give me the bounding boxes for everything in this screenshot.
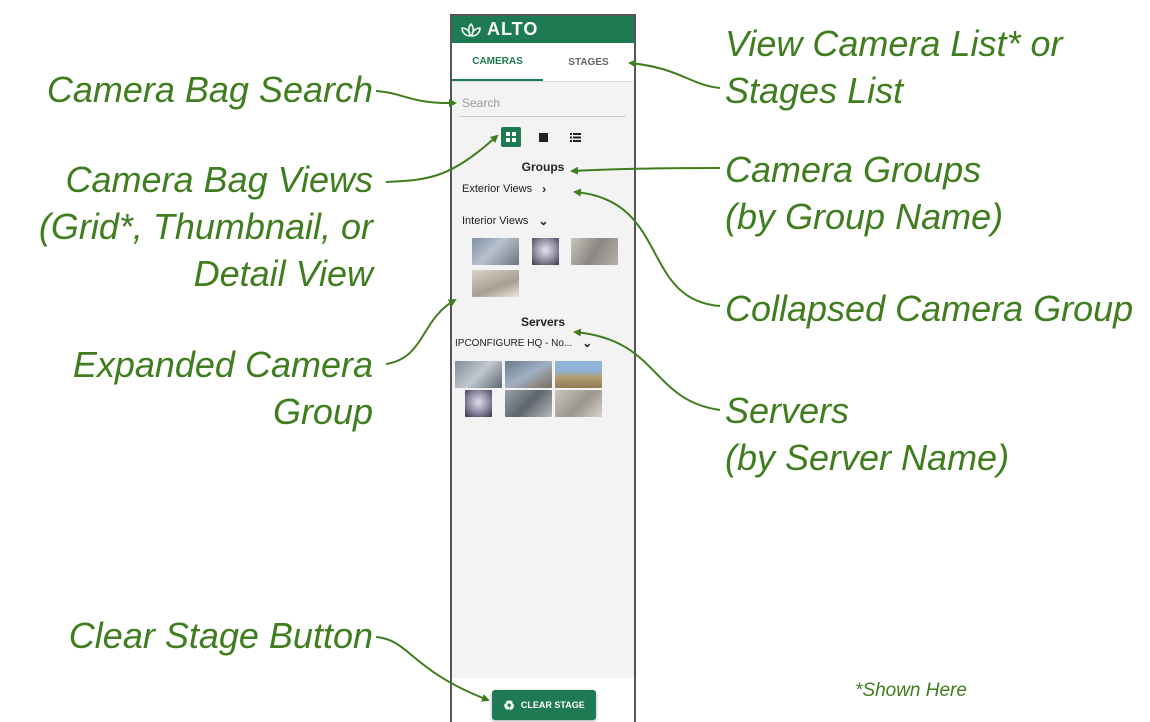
camera-bag-panel: ALTO CAMERAS STAGES Groups xyxy=(450,14,636,722)
annotation-clear-stage-button: Clear Stage Button xyxy=(68,615,373,656)
chevron-down-icon: ⌄ xyxy=(582,336,593,350)
server-label: IPCONFIGURE HQ - No... xyxy=(455,337,573,349)
grid-view-icon xyxy=(506,132,516,142)
camera-thumbnail[interactable] xyxy=(555,390,602,417)
tab-stages[interactable]: STAGES xyxy=(543,43,634,81)
camera-thumbnail[interactable] xyxy=(571,238,618,265)
groups-heading: Groups xyxy=(521,160,565,174)
annotation-camera-bag-search: Camera Bag Search xyxy=(46,69,373,110)
group-interior-views[interactable]: Interior Views ⌄ xyxy=(452,212,634,230)
grid-view-button[interactable] xyxy=(501,127,521,147)
lotus-logo-icon xyxy=(461,22,481,37)
annotation-camera-bag-views: Camera Bag Views (Grid*, Thumbnail, or D… xyxy=(38,159,373,294)
annotation-view-camera-list: View Camera List* or Stages List xyxy=(725,23,1063,111)
camera-thumbnail[interactable] xyxy=(532,238,559,265)
servers-heading: Servers xyxy=(520,315,566,329)
annotation-servers: Servers (by Server Name) xyxy=(725,390,1010,478)
camera-thumbnail[interactable] xyxy=(505,361,552,388)
group-label: Exterior Views xyxy=(462,183,533,195)
camera-thumbnail[interactable] xyxy=(505,390,552,417)
recycle-icon: ♻ xyxy=(503,697,515,713)
arrow-tabs xyxy=(628,59,721,89)
chevron-right-icon: › xyxy=(542,182,547,196)
detail-view-icon xyxy=(569,132,581,142)
clear-stage-button[interactable]: ♻ CLEAR STAGE xyxy=(492,690,596,720)
annotation-camera-groups: Camera Groups (by Group Name) xyxy=(725,149,1004,237)
arrow-search xyxy=(375,90,457,108)
thumbnail-view-icon xyxy=(538,132,548,142)
camera-thumbnail[interactable] xyxy=(472,238,519,265)
arrow-expanded xyxy=(385,299,457,365)
search-input[interactable] xyxy=(460,96,630,110)
camera-thumbnail[interactable] xyxy=(472,270,519,297)
view-toggle-group xyxy=(452,127,634,147)
tab-cameras[interactable]: CAMERAS xyxy=(452,43,543,81)
clear-stage-label: CLEAR STAGE xyxy=(520,700,585,710)
annotation-collapsed-camera-group: Collapsed Camera Group xyxy=(725,288,1134,329)
detail-view-button[interactable] xyxy=(565,127,585,147)
annotation-expanded-camera-group: Expanded Camera Group xyxy=(72,344,373,432)
thumbnail-view-button[interactable] xyxy=(533,127,553,147)
server-ipconfigure-hq[interactable]: IPCONFIGURE HQ - No... ⌄ xyxy=(452,334,634,352)
group-exterior-views[interactable]: Exterior Views › xyxy=(452,180,634,198)
annotation-shown-here: *Shown Here xyxy=(855,680,967,701)
camera-thumbnail[interactable] xyxy=(465,390,492,417)
camera-thumbnail[interactable] xyxy=(555,361,602,388)
app-header: ALTO xyxy=(452,16,634,43)
server-camera-grid xyxy=(452,361,634,421)
app-logo-text: ALTO xyxy=(487,19,539,39)
camera-thumbnail[interactable] xyxy=(455,361,502,388)
interior-views-camera-grid xyxy=(452,238,634,302)
tab-bar: CAMERAS STAGES xyxy=(452,43,634,82)
chevron-down-icon: ⌄ xyxy=(538,214,549,228)
group-label: Interior Views xyxy=(462,215,529,227)
search-field xyxy=(460,94,630,117)
